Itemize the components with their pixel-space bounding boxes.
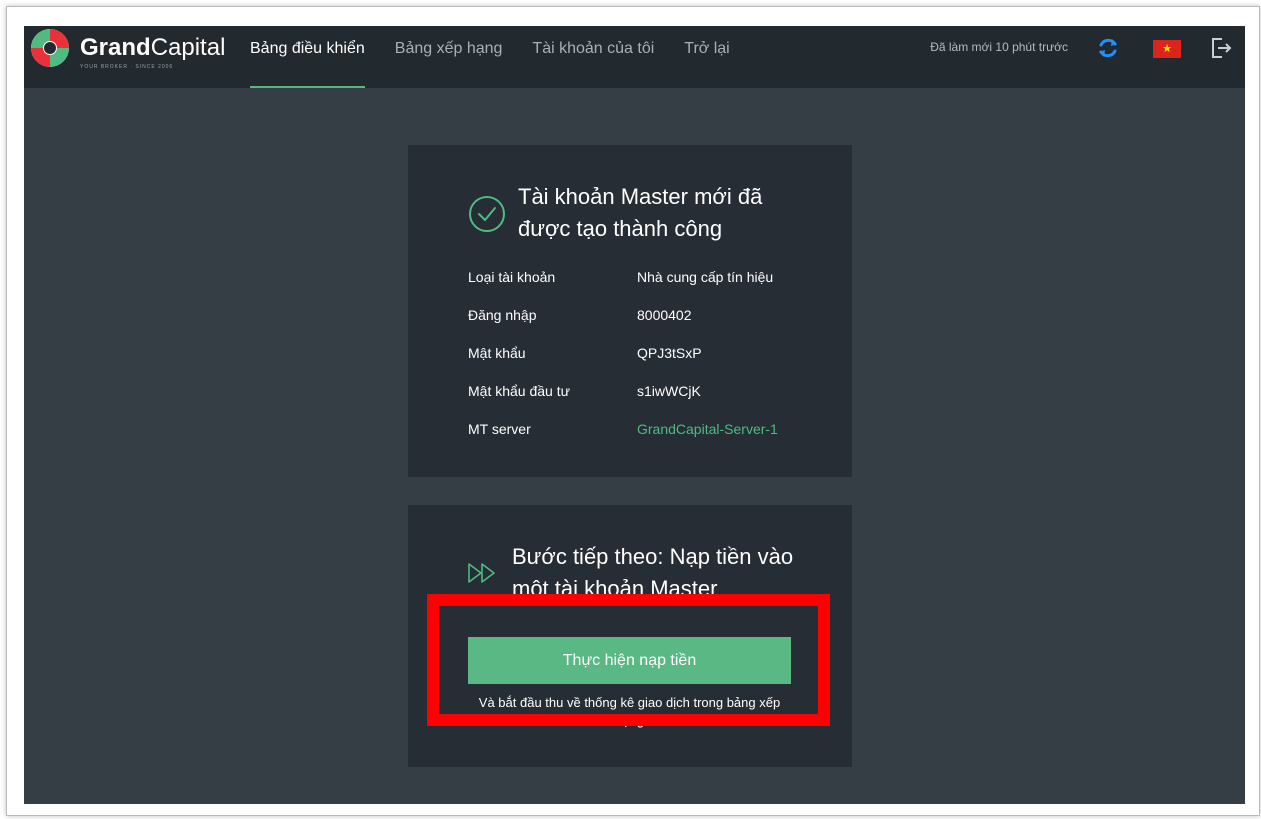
detail-row-password: Mật khẩu QPJ3tSxP [468,345,778,383]
next-step-title: Bước tiếp theo: Nạp tiền vào một tài kho… [512,544,794,601]
detail-row-account-type: Loại tài khoản Nhà cung cấp tín hiệu [468,269,778,307]
refresh-status: Đã làm mới 10 phút trước [930,40,1068,54]
logo-text-bold: Grand [80,34,151,61]
detail-row-investor-password: Mật khẩu đầu tư s1iwWCjK [468,383,778,421]
detail-value: QPJ3tSxP [637,345,702,361]
detail-label: MT server [468,421,531,437]
main-nav: Bảng điều khiển Bảng xếp hạng Tài khoản … [250,26,760,88]
detail-value: s1iwWCjK [637,383,701,399]
logo-tagline: YOUR BROKER · SINCE 2006 [80,64,174,70]
detail-value: 8000402 [637,307,692,323]
logo-text-light: Capital [150,34,226,61]
detail-value: Nhà cung cấp tín hiệu [637,269,774,285]
make-deposit-button[interactable]: Thực hiện nạp tiền [468,637,791,684]
detail-row-mt-server: MT server GrandCapital-Server-1 [468,421,778,459]
flag-star: ★ [1162,42,1172,55]
next-step-card: Bước tiếp theo: Nạp tiền vào một tài kho… [408,505,852,767]
account-created-card: Tài khoản Master mới đã được tạo thành c… [408,145,852,477]
detail-row-login: Đăng nhập 8000402 [468,307,778,345]
mt-server-link[interactable]: GrandCapital-Server-1 [637,421,778,459]
check-circle-icon [469,196,505,232]
app-window: GrandCapital YOUR BROKER · SINCE 2006 Bả… [24,26,1245,804]
refresh-icon[interactable] [1096,36,1120,60]
fast-forward-icon [468,563,495,583]
grandcapital-logo[interactable]: GrandCapital [30,28,225,68]
detail-label: Mật khẩu [468,345,526,361]
nav-back[interactable]: Trở lại [684,26,729,88]
detail-label: Loại tài khoản [468,269,556,285]
logo-mark-icon [31,29,69,67]
next-step-subtext: Và bắt đầu thu về thống kê giao dịch tro… [478,695,781,728]
nav-my-accounts[interactable]: Tài khoản của tôi [532,26,654,88]
logout-icon[interactable] [1210,36,1232,60]
detail-label: Đăng nhập [468,307,537,323]
nav-dashboard[interactable]: Bảng điều khiển [250,26,365,88]
account-created-title: Tài khoản Master mới đã được tạo thành c… [518,184,763,241]
top-navigation-bar: GrandCapital YOUR BROKER · SINCE 2006 Bả… [24,26,1245,88]
logo-text: GrandCapital [80,34,225,62]
detail-label: Mật khẩu đầu tư [468,383,570,399]
account-details: Loại tài khoản Nhà cung cấp tín hiệu Đăn… [468,269,778,459]
vietnam-flag-icon[interactable]: ★ [1153,40,1181,58]
nav-rating[interactable]: Bảng xếp hạng [395,26,503,88]
